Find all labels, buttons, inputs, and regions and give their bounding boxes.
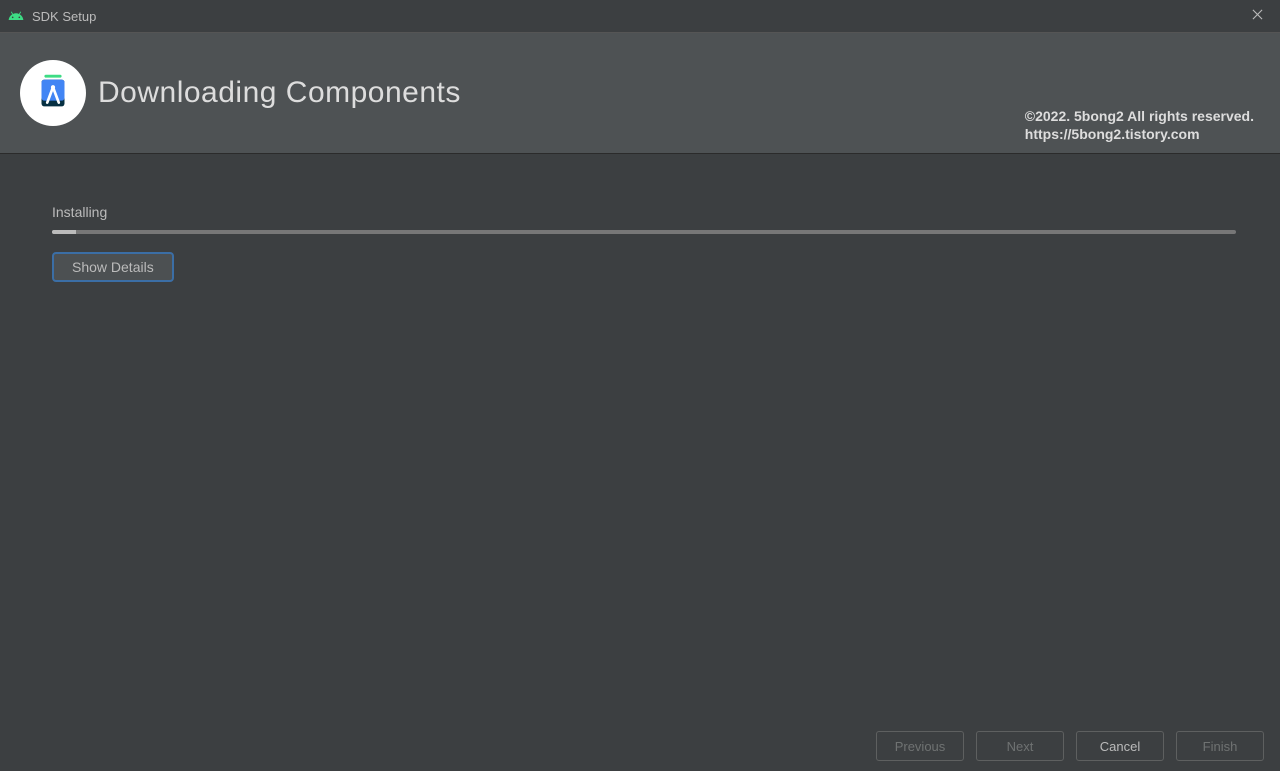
titlebar: SDK Setup <box>0 0 1280 32</box>
status-label: Installing <box>52 204 1236 220</box>
watermark: ©2022. 5bong2 All rights reserved. https… <box>1025 107 1254 143</box>
progress-fill <box>52 230 76 234</box>
close-button[interactable] <box>1235 0 1280 32</box>
show-details-button[interactable]: Show Details <box>52 252 174 282</box>
android-icon <box>8 8 24 24</box>
page-title: Downloading Components <box>98 76 461 110</box>
cancel-button[interactable]: Cancel <box>1076 731 1164 761</box>
window-title: SDK Setup <box>32 9 96 24</box>
watermark-line1: ©2022. 5bong2 All rights reserved. <box>1025 107 1254 125</box>
close-icon <box>1252 7 1263 25</box>
finish-button[interactable]: Finish <box>1176 731 1264 761</box>
watermark-line2: https://5bong2.tistory.com <box>1025 125 1254 143</box>
android-studio-logo <box>20 60 86 126</box>
footer: Previous Next Cancel Finish <box>0 721 1280 771</box>
content-area: Installing Show Details <box>0 154 1280 282</box>
next-button[interactable]: Next <box>976 731 1064 761</box>
progress-bar <box>52 230 1236 234</box>
previous-button[interactable]: Previous <box>876 731 964 761</box>
header: Downloading Components ©2022. 5bong2 All… <box>0 32 1280 154</box>
